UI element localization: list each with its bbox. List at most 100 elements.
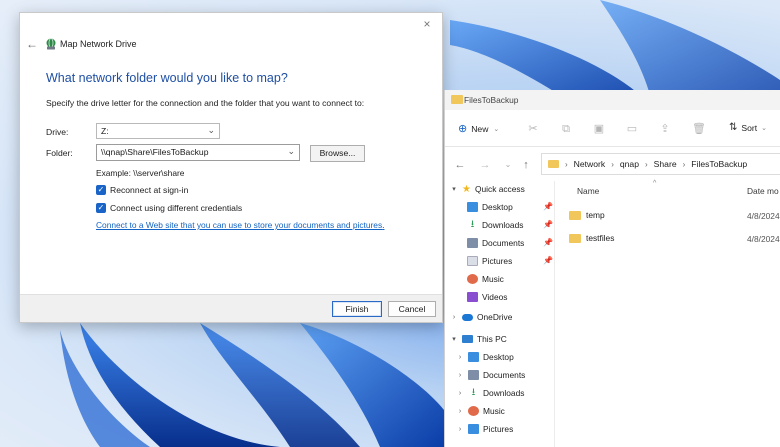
address-row: ← → ⌄ ↑ › Network › qnap › Share › Files… xyxy=(445,147,780,181)
close-icon[interactable]: × xyxy=(420,17,434,31)
chevron-down-icon[interactable]: ⌄ xyxy=(287,146,295,157)
breadcrumb-share[interactable]: Share xyxy=(654,159,677,169)
file-name: testfiles xyxy=(586,233,615,243)
desktop-icon xyxy=(468,352,479,362)
music-icon xyxy=(467,274,478,284)
cut-icon[interactable]: ✂ xyxy=(527,123,539,135)
plus-icon: ⊕ xyxy=(458,123,468,135)
collapsed-chevron-icon[interactable]: › xyxy=(449,314,459,321)
nav-quick-documents[interactable]: Documents xyxy=(467,235,524,251)
copy-icon[interactable]: ⧉ xyxy=(560,123,572,135)
drive-letter-select[interactable]: Z: ⌄ xyxy=(96,123,220,139)
navigation-pane: ▾ ★ Quick access Desktop ⭳ Downloads Doc… xyxy=(445,181,555,447)
pictures-icon xyxy=(468,424,479,434)
folder-label: Folder: xyxy=(46,148,73,158)
chevron-down-icon: ⌄ xyxy=(761,124,768,132)
sort-button[interactable]: ⇅ Sort ⌄ xyxy=(729,122,767,133)
back-arrow-icon[interactable]: ← xyxy=(454,159,466,171)
breadcrumb-filestobackup[interactable]: FilesToBackup xyxy=(691,159,747,169)
network-drive-icon xyxy=(46,38,56,50)
breadcrumb-network[interactable]: Network xyxy=(574,159,606,169)
breadcrumb-chevron-icon: › xyxy=(565,159,568,169)
web-site-link-text[interactable]: Connect to a Web site that you can use t… xyxy=(96,220,382,230)
nav-onedrive[interactable]: › OneDrive xyxy=(449,309,513,325)
paste-icon[interactable]: ▣ xyxy=(593,123,605,135)
nav-label: Desktop xyxy=(483,352,514,362)
address-bar[interactable]: › Network › qnap › Share › FilesToBackup xyxy=(541,153,780,175)
file-name: temp xyxy=(586,210,605,220)
dialog-title: Map Network Drive xyxy=(60,39,137,49)
different-credentials-label: Connect using different credentials xyxy=(110,202,243,213)
nav-quick-downloads[interactable]: ⭳ Downloads xyxy=(467,217,524,233)
browse-button[interactable]: Browse... xyxy=(310,145,365,162)
breadcrumb-qnap[interactable]: qnap xyxy=(620,159,639,169)
nav-pc-music[interactable]: › Music xyxy=(455,403,505,419)
column-header-name[interactable]: Name xyxy=(577,186,599,196)
different-credentials-checkbox[interactable]: ✓ xyxy=(96,202,106,213)
collapsed-chevron-icon[interactable]: › xyxy=(455,426,465,433)
credentials-checkbox-row[interactable]: ✓ Connect using different credentials xyxy=(96,202,242,213)
pin-icon[interactable]: 📌 xyxy=(543,202,553,211)
nav-this-pc[interactable]: ▾ This PC xyxy=(449,331,507,347)
music-icon xyxy=(468,406,479,416)
dialog-footer: Finish Cancel xyxy=(20,294,442,322)
breadcrumb-chevron-icon: › xyxy=(682,159,686,169)
videos-icon xyxy=(467,292,478,302)
collapsed-chevron-icon[interactable]: › xyxy=(455,408,465,415)
up-arrow-icon[interactable]: ↑ xyxy=(520,159,532,171)
folder-path-input[interactable]: \\qnap\Share\FilesToBackup ⌄ xyxy=(96,144,300,161)
drive-letter-value: Z: xyxy=(101,126,109,136)
web-site-link[interactable]: Connect to a Web site that you can use t… xyxy=(96,220,384,230)
delete-icon[interactable]: 🗑 xyxy=(692,123,706,135)
nav-pc-desktop[interactable]: › Desktop xyxy=(455,349,514,365)
collapsed-chevron-icon[interactable]: › xyxy=(455,354,465,361)
collapsed-chevron-icon[interactable]: › xyxy=(455,390,465,397)
nav-quick-music[interactable]: Music xyxy=(467,271,504,287)
nav-quick-videos[interactable]: Videos xyxy=(467,289,507,305)
file-date: 4/8/2024 xyxy=(747,211,780,221)
back-arrow-icon[interactable]: ← xyxy=(26,38,40,50)
folder-icon xyxy=(548,160,559,168)
recent-chevron-icon[interactable]: ⌄ xyxy=(502,160,514,169)
file-row-testfiles[interactable]: testfiles xyxy=(569,231,614,245)
folder-icon xyxy=(569,210,581,220)
finish-button[interactable]: Finish xyxy=(332,301,382,317)
nav-label: Pictures xyxy=(482,256,513,266)
collapsed-chevron-icon[interactable]: › xyxy=(455,372,465,379)
nav-pc-downloads[interactable]: › ⭳ Downloads xyxy=(455,385,525,401)
explorer-window-title: FilesToBackup xyxy=(464,95,519,105)
onedrive-label: OneDrive xyxy=(477,312,513,322)
nav-pc-pictures[interactable]: › Pictures xyxy=(455,421,513,437)
nav-label: Pictures xyxy=(483,424,514,434)
documents-icon xyxy=(467,238,478,248)
pin-icon[interactable]: 📌 xyxy=(543,220,553,229)
breadcrumb-chevron-icon: › xyxy=(645,159,648,169)
forward-arrow-icon[interactable]: → xyxy=(479,159,491,171)
star-icon: ★ xyxy=(462,183,471,195)
pin-icon[interactable]: 📌 xyxy=(543,256,553,265)
folder-icon xyxy=(451,95,463,104)
reconnect-checkbox-row[interactable]: ✓ Reconnect at sign-in xyxy=(96,184,188,195)
reconnect-label: Reconnect at sign-in xyxy=(110,184,189,195)
this-pc-label: This PC xyxy=(477,334,507,344)
expanded-chevron-icon[interactable]: ▾ xyxy=(449,185,459,193)
rename-icon[interactable]: ▭ xyxy=(626,123,638,135)
nav-quick-desktop[interactable]: Desktop xyxy=(467,199,513,215)
downloads-icon: ⭳ xyxy=(471,387,476,398)
share-icon[interactable]: ⇪ xyxy=(659,123,671,135)
folder-icon xyxy=(569,233,581,243)
file-row-temp[interactable]: temp xyxy=(569,208,605,222)
documents-icon xyxy=(468,370,479,380)
expanded-chevron-icon[interactable]: ▾ xyxy=(449,335,459,343)
new-button[interactable]: ⊕ New ⌄ xyxy=(458,122,499,135)
cancel-button[interactable]: Cancel xyxy=(388,301,436,317)
column-header-date[interactable]: Date mo xyxy=(747,186,779,196)
nav-quick-pictures[interactable]: Pictures xyxy=(467,253,512,269)
nav-pc-documents[interactable]: › Documents xyxy=(455,367,525,383)
reconnect-checkbox[interactable]: ✓ xyxy=(96,184,106,195)
chevron-down-icon: ⌄ xyxy=(493,125,500,133)
pin-icon[interactable]: 📌 xyxy=(543,238,553,247)
nav-quick-access[interactable]: ▾ ★ Quick access xyxy=(449,181,525,197)
new-label: New xyxy=(471,123,489,134)
nav-label: Documents xyxy=(482,238,525,248)
